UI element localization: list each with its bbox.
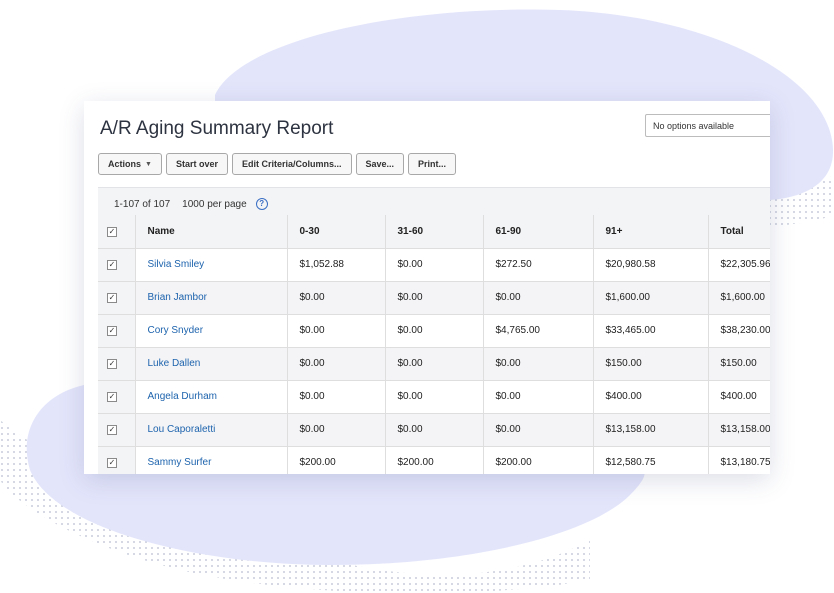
row-select-cell: ✓ [98,314,135,348]
amount-61-90: $0.00 [482,281,593,315]
table-row: ✓ Sammy Surfer $200.00 $200.00 $200.00 $… [98,446,770,474]
amount-91-plus: $13,158.00 [592,413,708,447]
column-header-total[interactable]: Total [707,215,770,249]
save-button[interactable]: Save... [355,153,405,175]
row-select-cell: ✓ [98,248,135,282]
amount-total: $22,305.96 [707,248,770,282]
help-icon[interactable]: ? [255,198,268,210]
amount-61-90: $4,765.00 [482,314,593,348]
name-cell: Silvia Smiley [134,248,287,282]
amount-61-90: $0.00 [482,347,593,381]
amount-61-90: $0.00 [482,413,593,447]
amount-total: $400.00 [707,380,770,414]
row-checkbox[interactable]: ✓ [107,359,117,369]
amount-31-60: $0.00 [384,281,483,315]
customer-name-link[interactable]: Sammy Surfer [148,457,212,468]
amount-61-90: $200.00 [482,446,593,474]
amount-31-60: $0.00 [384,314,483,348]
table-row: ✓ Silvia Smiley $1,052.88 $0.00 $272.50 … [98,248,770,282]
amount-91-plus: $1,600.00 [592,281,708,315]
amount-31-60: $0.00 [384,413,483,447]
table-row: ✓ Brian Jambor $0.00 $0.00 $0.00 $1,600.… [98,281,770,315]
column-header-name[interactable]: Name [134,215,287,249]
amount-total: $150.00 [707,347,770,381]
select-all-cell: ✓ [98,215,135,249]
row-checkbox[interactable]: ✓ [107,326,117,336]
print-button[interactable]: Print... [408,153,457,175]
amount-0-30: $0.00 [286,380,385,414]
amount-0-30: $0.00 [286,347,385,381]
amount-61-90: $272.50 [482,248,593,282]
column-header-31-60[interactable]: 31-60 [384,215,483,249]
amount-total: $38,230.00 [707,314,770,348]
row-select-cell: ✓ [98,446,135,474]
amount-31-60: $0.00 [384,248,483,282]
row-select-cell: ✓ [98,347,135,381]
customer-name-link[interactable]: Angela Durham [148,391,217,402]
toolbar: Actions ▼ Start over Edit Criteria/Colum… [98,153,457,175]
amount-0-30: $0.00 [286,281,385,315]
per-page-selector[interactable]: 1000 per page [182,199,247,210]
name-cell: Luke Dallen [134,347,287,381]
page-title: A/R Aging Summary Report [100,118,334,139]
report-table-area: 1-107 of 107 1000 per page ? ✓ Name 0-30… [98,187,770,474]
row-select-cell: ✓ [98,413,135,447]
amount-61-90: $0.00 [482,380,593,414]
amount-31-60: $200.00 [384,446,483,474]
name-cell: Cory Snyder [134,314,287,348]
amount-91-plus: $20,980.58 [592,248,708,282]
row-checkbox[interactable]: ✓ [107,458,117,468]
amount-0-30: $0.00 [286,314,385,348]
pager: 1-107 of 107 1000 per page ? [114,198,268,210]
column-header-0-30[interactable]: 0-30 [286,215,385,249]
customer-name-link[interactable]: Luke Dallen [148,358,201,369]
table-header-row: ✓ Name 0-30 31-60 61-90 91+ Total [98,215,770,249]
table-row: ✓ Cory Snyder $0.00 $0.00 $4,765.00 $33,… [98,314,770,348]
table-row: ✓ Angela Durham $0.00 $0.00 $0.00 $400.0… [98,380,770,414]
amount-0-30: $200.00 [286,446,385,474]
name-cell: Sammy Surfer [134,446,287,474]
amount-91-plus: $33,465.00 [592,314,708,348]
pager-range: 1-107 of 107 [114,198,171,210]
amount-91-plus: $150.00 [592,347,708,381]
amount-total: $13,180.75 [707,446,770,474]
customer-name-link[interactable]: Silvia Smiley [148,259,205,270]
options-dropdown[interactable]: No options available [645,114,770,137]
amount-total: $1,600.00 [707,281,770,315]
customer-name-link[interactable]: Brian Jambor [148,292,207,303]
row-checkbox[interactable]: ✓ [107,260,117,270]
amount-0-30: $0.00 [286,413,385,447]
amount-31-60: $0.00 [384,347,483,381]
customer-name-link[interactable]: Cory Snyder [148,325,204,336]
row-checkbox[interactable]: ✓ [107,293,117,303]
customer-name-link[interactable]: Lou Caporaletti [148,424,216,435]
amount-0-30: $1,052.88 [286,248,385,282]
column-header-61-90[interactable]: 61-90 [482,215,593,249]
actions-button-label: Actions [108,159,142,169]
table-row: ✓ Lou Caporaletti $0.00 $0.00 $0.00 $13,… [98,413,770,447]
aging-table: ✓ Name 0-30 31-60 61-90 91+ Total ✓ Silv… [98,215,770,474]
select-all-checkbox[interactable]: ✓ [107,226,117,237]
edit-criteria-columns-button[interactable]: Edit Criteria/Columns... [231,153,352,175]
start-over-button[interactable]: Start over [165,153,228,175]
name-cell: Brian Jambor [134,281,287,315]
row-checkbox[interactable]: ✓ [107,425,117,435]
column-header-91-plus[interactable]: 91+ [592,215,708,249]
amount-total: $13,158.00 [707,413,770,447]
name-cell: Angela Durham [134,380,287,414]
table-row: ✓ Luke Dallen $0.00 $0.00 $0.00 $150.00 … [98,347,770,381]
row-select-cell: ✓ [98,281,135,315]
amount-91-plus: $400.00 [592,380,708,414]
caret-down-icon: ▼ [145,160,152,168]
amount-91-plus: $12,580.75 [592,446,708,474]
actions-button[interactable]: Actions ▼ [98,153,162,175]
amount-31-60: $0.00 [384,380,483,414]
name-cell: Lou Caporaletti [134,413,287,447]
row-checkbox[interactable]: ✓ [107,392,117,402]
report-panel: A/R Aging Summary Report No options avai… [84,101,770,474]
row-select-cell: ✓ [98,380,135,414]
